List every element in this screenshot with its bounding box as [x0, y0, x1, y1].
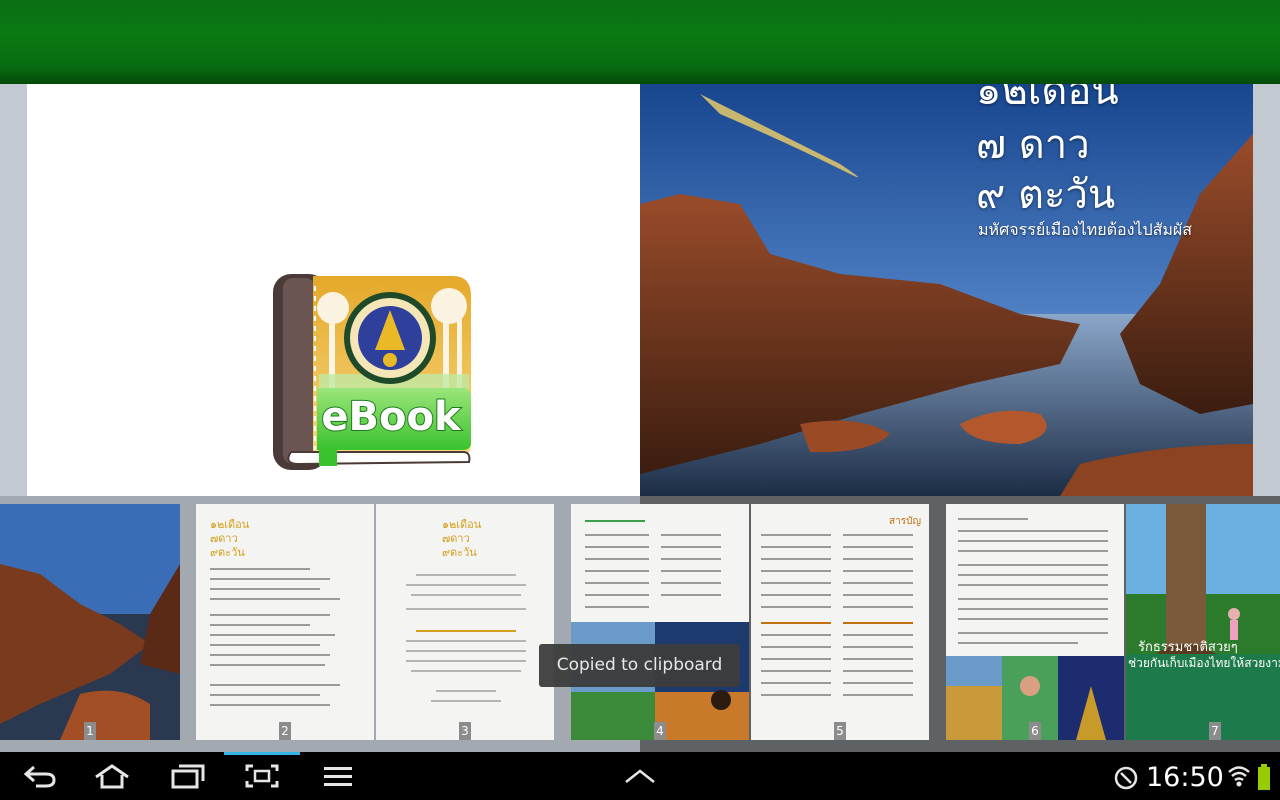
menu-icon	[324, 767, 352, 786]
show-panel-button[interactable]	[610, 752, 670, 800]
ebook-app-icon: eBook	[273, 274, 471, 470]
thumbnail-title: ๑๒เดือน ๗ดาว ๙ตะวัน	[210, 518, 250, 559]
thumbnail-cover-image	[0, 504, 180, 740]
cover-title-line2: ๗ ดาว	[976, 122, 1090, 168]
toast-message: Copied to clipboard	[539, 644, 740, 687]
screenshot-button[interactable]	[224, 752, 300, 800]
ebook-reader-screen: eBook ๑๒เดือน ๗ ดาว ๙ ตะวัน มหัศจรรย์เมื…	[0, 0, 1280, 800]
home-icon	[95, 764, 129, 789]
thumbnail-heading: สารบัญ	[889, 516, 921, 527]
home-button[interactable]	[82, 752, 142, 800]
top-action-bar[interactable]	[0, 0, 1280, 84]
cover-title-line3: ๙ ตะวัน	[976, 172, 1116, 218]
thumbnail-number: 2	[279, 722, 291, 740]
thumbnail-page-1[interactable]: 1	[0, 504, 180, 740]
thumbnail-title: ๑๒เดือน ๗ดาว ๙ตะวัน	[442, 518, 482, 559]
back-icon	[23, 765, 56, 788]
thumbnail-caption-2: ช่วยกันเก็บเมืองไทยให้สวยงาม	[1128, 656, 1280, 670]
thumbnail-number: 7	[1209, 722, 1221, 740]
back-button[interactable]	[10, 752, 70, 800]
thumbnail-page-3[interactable]: ๑๒เดือน ๗ดาว ๙ตะวัน 3	[376, 504, 554, 740]
clock: 16:50	[1146, 762, 1224, 793]
cover-photo	[640, 84, 1253, 496]
thumbnail-number: 3	[459, 722, 471, 740]
thumbnail-page-4[interactable]: 4	[571, 504, 749, 740]
thumbnail-page-2[interactable]: ๑๒เดือน ๗ดาว ๙ตะวัน 2	[196, 504, 374, 740]
screenshot-icon	[245, 764, 279, 788]
reader-area[interactable]: eBook ๑๒เดือน ๗ ดาว ๙ ตะวัน มหัศจรรย์เมื…	[0, 84, 1280, 496]
right-page-cover[interactable]: ๑๒เดือน ๗ ดาว ๙ ตะวัน มหัศจรรย์เมืองไทยต…	[640, 84, 1253, 496]
menu-button[interactable]	[308, 752, 368, 800]
left-page[interactable]: eBook	[27, 84, 640, 496]
thumbnail-photo	[1126, 504, 1280, 740]
thumbnail-number: 4	[654, 722, 666, 740]
battery-icon	[1258, 764, 1270, 790]
thumbnail-page-7[interactable]: รักธรรมชาติสวยๆ ช่วยกันเก็บเมืองไทยให้สว…	[1126, 504, 1280, 740]
sync-icon	[1114, 766, 1138, 790]
cover-title-line1: ๑๒เดือน	[976, 84, 1119, 114]
recent-apps-icon	[171, 764, 205, 789]
thumbnail-number: 6	[1029, 722, 1041, 740]
active-indicator	[224, 752, 300, 755]
thumbnail-page-5[interactable]: สารบัญ 5	[751, 504, 929, 740]
chevron-up-icon	[625, 769, 655, 783]
cover-subtitle: มหัศจรรย์เมืองไทยต้องไปสัมผัส	[978, 220, 1193, 239]
thumbnail-page-6[interactable]: 6	[946, 504, 1124, 740]
thumbnail-number: 1	[84, 722, 96, 740]
recent-apps-button[interactable]	[158, 752, 218, 800]
wifi-icon	[1228, 766, 1250, 787]
thumbnail-number: 5	[834, 722, 846, 740]
system-nav-bar: 16:50	[0, 752, 1280, 800]
svg-text:eBook: eBook	[321, 394, 462, 440]
